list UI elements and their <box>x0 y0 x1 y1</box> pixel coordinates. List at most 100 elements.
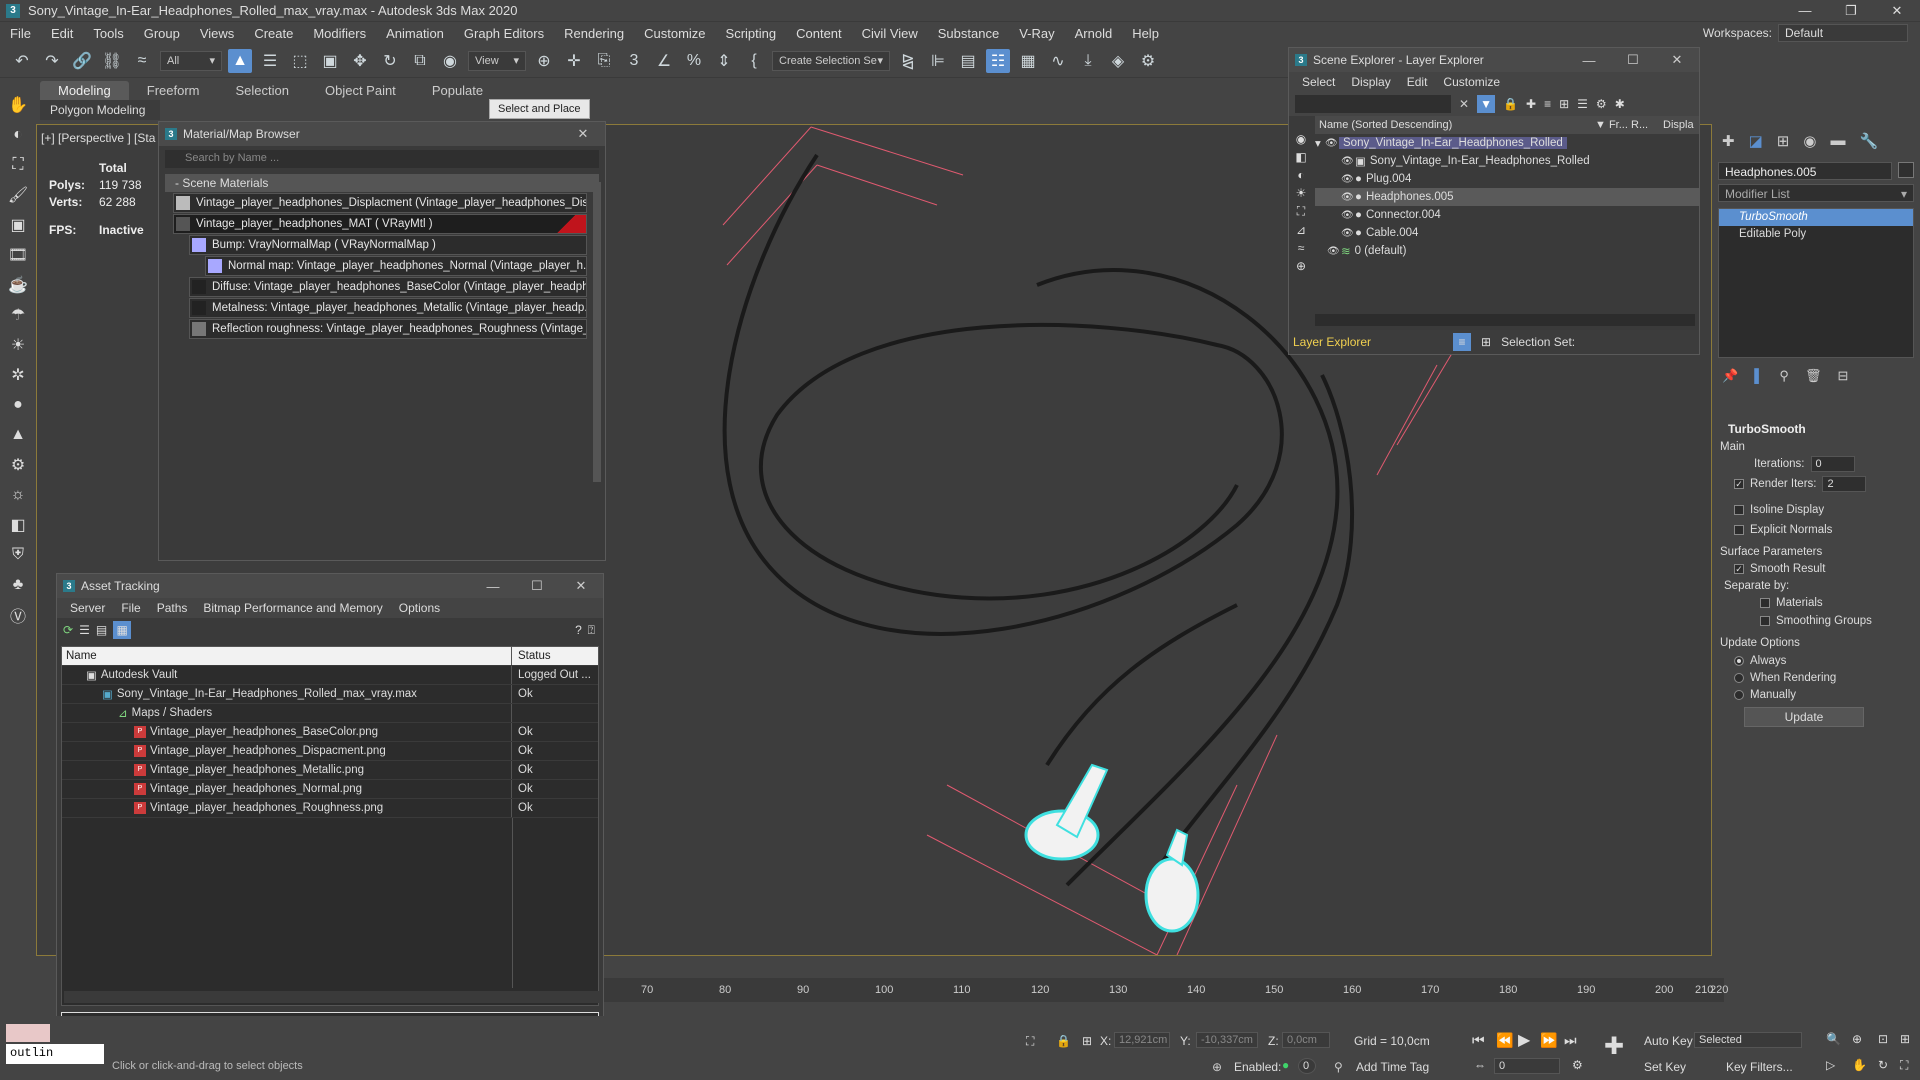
scene-row[interactable]: 👁 ● Connector.004 <box>1315 206 1699 224</box>
table-row[interactable]: P Vintage_player_headphones_Roughness.png… <box>62 799 598 818</box>
eye-icon[interactable]: 👁 <box>1341 174 1355 185</box>
tab-freeform[interactable]: Freeform <box>129 81 218 100</box>
vertical-scrollbar[interactable] <box>593 182 601 482</box>
shapes-icon[interactable]: ◐ <box>1297 168 1304 182</box>
field-of-view-icon[interactable]: ▷ <box>1826 1058 1835 1072</box>
menu-arnold[interactable]: Arnold <box>1065 26 1123 41</box>
material-browser-titlebar[interactable]: 3 Material/Map Browser ✕ <box>159 122 605 146</box>
col-freeze-header[interactable]: ▼ Fr... <box>1595 119 1631 131</box>
table-row[interactable]: P Vintage_player_headphones_Dispacment.pn… <box>62 742 598 761</box>
material-row[interactable]: Vintage_player_headphones_MAT ( VRayMtl … <box>173 214 587 234</box>
select-by-name-icon[interactable]: ☰ <box>258 49 282 73</box>
align-icon[interactable]: ⊫ <box>926 49 950 73</box>
link-icon[interactable]: 🔗 <box>70 49 94 73</box>
table-row[interactable]: P Vintage_player_headphones_BaseColor.png… <box>62 723 598 742</box>
hierarchy-icon[interactable]: ⊞ <box>1559 97 1569 111</box>
current-frame-field[interactable]: 0 <box>1494 1058 1560 1074</box>
menu-content[interactable]: Content <box>786 26 852 41</box>
material-row[interactable]: Reflection roughness: Vintage_player_hea… <box>189 319 587 339</box>
minimize-icon[interactable]: — <box>1782 0 1828 22</box>
menu-customize[interactable]: Customize <box>634 26 715 41</box>
time-tag-icon[interactable]: ⚲ <box>1334 1060 1343 1074</box>
go-to-end-icon[interactable]: ⏭ <box>1564 1032 1577 1049</box>
scene-row[interactable]: ▾ 👁 Sony_Vintage_In-Ear_Headphones_Rolled <box>1315 134 1699 152</box>
lock-icon[interactable]: 🔒 <box>1503 97 1518 111</box>
material-row[interactable]: Vintage_player_headphones_Displacment (V… <box>173 193 587 213</box>
y-coordinate-field[interactable]: -10,337cm <box>1196 1032 1258 1048</box>
bone-icon[interactable]: ⊕ <box>1296 259 1306 273</box>
menu-bitmap-performance[interactable]: Bitmap Performance and Memory <box>196 601 389 615</box>
adaptive-degradation-icon[interactable]: ⊕ <box>1212 1060 1222 1074</box>
col-name-header[interactable]: Name <box>62 647 512 665</box>
menu-edit[interactable]: Edit <box>41 26 83 41</box>
film-icon[interactable]: 🎞 <box>5 242 31 268</box>
scene-row[interactable]: 👁 ● Cable.004 <box>1315 224 1699 242</box>
menu-server[interactable]: Server <box>63 601 112 615</box>
col-name-header[interactable]: Name (Sorted Descending) <box>1315 119 1595 131</box>
vray-icon[interactable]: Ⓥ <box>5 602 31 628</box>
zoom-extents-all-icon[interactable]: ⊞ <box>1900 1032 1910 1046</box>
clear-search-icon[interactable]: ✕ <box>1459 97 1469 111</box>
edit-named-selection-icon[interactable]: { <box>742 49 766 73</box>
select-manipulate-icon[interactable]: ✛ <box>562 49 586 73</box>
material-row[interactable]: Normal map: Vintage_player_headphones_No… <box>205 256 587 276</box>
material-editor-icon[interactable]: ◈ <box>1106 49 1130 73</box>
render-iters-spinner[interactable]: 2 <box>1822 476 1867 492</box>
previous-frame-icon[interactable]: ⏪ <box>1496 1032 1513 1049</box>
eye-icon[interactable]: 👁 <box>1325 138 1339 149</box>
polygon-modeling-panel[interactable]: Polygon Modeling <box>40 100 160 120</box>
cone-icon[interactable]: ▲ <box>5 422 31 448</box>
filter-icon[interactable]: ▼ <box>1477 95 1496 113</box>
zoom-extents-icon[interactable]: ⊡ <box>1878 1032 1888 1046</box>
eye-icon[interactable]: 👁 <box>1327 246 1341 257</box>
modify-tab-icon[interactable]: ◪ <box>1749 132 1763 150</box>
key-filters-button[interactable]: Key Filters... <box>1726 1060 1793 1074</box>
ribbon-toggle-icon[interactable]: ▦ <box>1016 49 1040 73</box>
unlink-icon[interactable]: ⛓ <box>100 49 124 73</box>
reference-coordinate-dropdown[interactable]: View ▾ <box>468 50 526 71</box>
move-icon[interactable]: ✥ <box>348 49 372 73</box>
gear-icon[interactable]: ⚙ <box>5 452 31 478</box>
material-row[interactable]: Bump: VrayNormalMap ( VRayNormalMap ) <box>189 235 587 255</box>
stack-icon[interactable]: ☰ <box>1577 97 1588 111</box>
auto-key-button[interactable]: Auto Key <box>1644 1034 1693 1048</box>
zoom-all-icon[interactable]: ⊕ <box>1852 1032 1862 1046</box>
smoothing-groups-checkbox[interactable] <box>1760 616 1770 626</box>
helpers-icon[interactable]: ⊿ <box>1296 223 1306 237</box>
hand-icon[interactable]: ✋ <box>5 92 31 118</box>
menu-help[interactable]: Help <box>1122 26 1169 41</box>
percent-snap-icon[interactable]: % <box>682 49 706 73</box>
render-setup-icon[interactable]: ⚙ <box>1136 49 1160 73</box>
menu-select[interactable]: Select <box>1295 75 1342 89</box>
tab-object-paint[interactable]: Object Paint <box>307 81 414 100</box>
refresh-icon[interactable]: ⟳ <box>63 623 73 637</box>
explorer-type-dropdown[interactable]: Layer Explorer <box>1293 335 1443 349</box>
scene-explorer-titlebar[interactable]: 3 Scene Explorer - Layer Explorer — ☐ ✕ <box>1289 48 1699 72</box>
material-row[interactable]: Metalness: Vintage_player_headphones_Met… <box>189 298 587 318</box>
pan-icon[interactable]: ✋ <box>1852 1058 1867 1072</box>
maxscript-listener-input[interactable]: outlin <box>6 1044 104 1064</box>
col-display-header[interactable]: Displa <box>1663 119 1694 131</box>
pivot-center-icon[interactable]: ⊕ <box>532 49 556 73</box>
menu-vray[interactable]: V-Ray <box>1009 26 1064 41</box>
selection-lock-icon[interactable]: 🔒 <box>1056 1034 1071 1048</box>
menu-animation[interactable]: Animation <box>376 26 454 41</box>
stack-item-editable-poly[interactable]: Editable Poly <box>1719 226 1913 243</box>
zoom-icon[interactable]: 🔍 <box>1826 1032 1841 1046</box>
maxscript-mini-listener[interactable] <box>6 1024 50 1042</box>
snaps-toggle-icon[interactable]: 3 <box>622 49 646 73</box>
configure-sets-icon[interactable]: ⊟ <box>1837 368 1848 384</box>
tab-populate[interactable]: Populate <box>414 81 501 100</box>
info-icon[interactable]: ⍰ <box>588 623 595 638</box>
rotate-icon[interactable]: ↻ <box>378 49 402 73</box>
angle-snap-icon[interactable]: ∠ <box>652 49 676 73</box>
set-key-big-icon[interactable]: ✚ <box>1604 1032 1624 1061</box>
make-unique-icon[interactable]: ⚲ <box>1779 368 1789 384</box>
object-color-swatch[interactable] <box>1898 162 1914 178</box>
undo-icon[interactable]: ↶ <box>10 49 34 73</box>
materials-checkbox[interactable] <box>1760 598 1770 608</box>
when-rendering-radio[interactable] <box>1734 672 1744 683</box>
viewport-label[interactable]: [+] [Perspective ] [Sta <box>41 131 155 145</box>
material-search-input[interactable]: Search by Name ... <box>165 150 599 168</box>
add-time-tag[interactable]: Add Time Tag <box>1356 1060 1429 1074</box>
